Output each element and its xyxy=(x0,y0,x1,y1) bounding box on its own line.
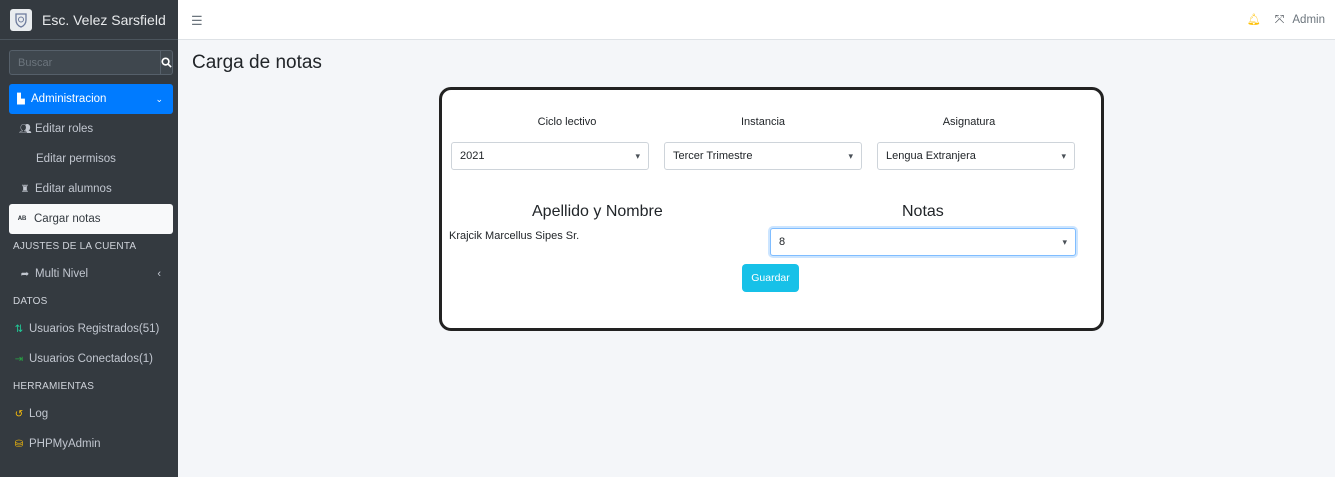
chevron-down-icon: ⌄ xyxy=(155,93,163,104)
chevron-down-icon: ▾ xyxy=(1061,150,1066,161)
database-icon: ⛁ xyxy=(14,438,24,450)
share-icon: ➦ xyxy=(20,268,30,280)
sort-icon: ⇅ xyxy=(14,323,24,335)
notas-header: Notas xyxy=(902,203,944,220)
search-input[interactable] xyxy=(9,50,160,75)
sidebar-item-log[interactable]: ↺ Log xyxy=(13,399,173,429)
sidebar-item-label: Editar roles xyxy=(35,123,94,135)
student-name: Krajcik Marcellus Sipes Sr. xyxy=(449,230,580,242)
user-menu[interactable]: Admin xyxy=(1292,14,1325,26)
bell-icon[interactable]: 🔔︎ xyxy=(1247,13,1261,26)
sidebar-item-label: Usuarios Registrados(51) xyxy=(29,323,160,335)
history-icon: ↺ xyxy=(14,408,24,420)
sidebar-item-label: Cargar notas xyxy=(34,213,101,225)
sidebar-item-editar-permisos[interactable]: Editar permisos xyxy=(9,144,173,174)
nota-value: 8 xyxy=(779,236,786,248)
navbar-right: 🔔︎ ⤧ Admin xyxy=(1247,12,1325,27)
save-button[interactable]: Guardar xyxy=(742,264,799,292)
sign-in-icon: ⇥ xyxy=(14,353,24,365)
sidebar-item-administracion[interactable]: ▙ Administracion ⌄ xyxy=(9,84,173,114)
nav-header-datos: DATOS xyxy=(13,296,48,307)
sidebar-item-phpmyadmin[interactable]: ⛁ PHPMyAdmin xyxy=(13,429,173,459)
instancia-label: Instancia xyxy=(740,116,786,128)
sidebar-item-label: PHPMyAdmin xyxy=(29,438,101,450)
sidebar-item-cargar-notas[interactable]: ᴬᴮ Cargar notas xyxy=(9,204,173,234)
search-button[interactable] xyxy=(160,50,173,75)
instancia-select[interactable]: Tercer Trimestre ▾ xyxy=(664,142,862,170)
users-icon: 👥︎ xyxy=(19,123,32,135)
building-icon: ▙ xyxy=(17,93,25,105)
apellido-nombre-header: Apellido y Nombre xyxy=(532,203,663,220)
asignatura-select[interactable]: Lengua Extranjera ▾ xyxy=(877,142,1075,170)
sidebar-nav: ▙ Administracion ⌄ 👥︎ Editar roles Edita… xyxy=(0,84,178,459)
sidebar-item-label: Multi Nivel xyxy=(35,268,89,280)
menu-toggle-icon[interactable]: ☰ xyxy=(191,13,203,29)
sidebar-item-usuarios-registrados[interactable]: ⇅ Usuarios Registrados(51) xyxy=(13,314,173,344)
sidebar-item-editar-roles[interactable]: 👥︎ Editar roles xyxy=(9,114,173,144)
asignatura-value: Lengua Extranjera xyxy=(886,150,976,162)
grades-card: Ciclo lectivo Instancia Asignatura 2021 … xyxy=(439,87,1104,331)
page-title: Carga de notas xyxy=(192,52,322,73)
instancia-value: Tercer Trimestre xyxy=(673,150,753,162)
ciclo-lectivo-value: 2021 xyxy=(460,150,485,162)
sidebar-item-editar-alumnos[interactable]: ♜ Editar alumnos xyxy=(9,174,173,204)
sidebar: Esc. Velez Sarsfield ▙ Administracion ⌄ … xyxy=(0,0,178,477)
fullscreen-icon[interactable]: ⤧ xyxy=(1275,12,1285,27)
nota-select[interactable]: 8 ▾ xyxy=(770,228,1076,256)
school-logo-icon xyxy=(10,8,32,31)
asignatura-label: Asignatura xyxy=(942,116,996,128)
sidebar-search xyxy=(9,50,173,75)
ciclo-lectivo-select[interactable]: 2021 ▾ xyxy=(451,142,649,170)
brand-name: Esc. Velez Sarsfield xyxy=(42,11,166,28)
student-icon: ♜ xyxy=(20,183,30,195)
sidebar-item-usuarios-conectados[interactable]: ⇥ Usuarios Conectados(1) xyxy=(13,344,173,374)
top-navbar: ☰ 🔔︎ ⤧ Admin xyxy=(178,0,1335,40)
ciclo-lectivo-label: Ciclo lectivo xyxy=(537,116,597,128)
sidebar-item-label: Usuarios Conectados(1) xyxy=(29,353,154,365)
chevron-left-icon: ‹ xyxy=(157,268,161,280)
nav-header-herramientas: HERRAMIENTAS xyxy=(13,381,95,392)
spell-check-icon: ᴬᴮ xyxy=(17,214,27,224)
chevron-down-icon: ▾ xyxy=(1062,236,1067,247)
sidebar-item-label: Editar permisos xyxy=(36,153,116,165)
sidebar-item-multi-nivel[interactable]: ➦ Multi Nivel ‹ xyxy=(9,259,173,289)
nav-header-account: AJUSTES DE LA CUENTA xyxy=(13,241,137,252)
chevron-down-icon: ▾ xyxy=(635,150,640,161)
sidebar-item-label: Log xyxy=(29,408,49,420)
sidebar-item-label: Administracion xyxy=(31,93,107,105)
chevron-down-icon: ▾ xyxy=(848,150,853,161)
brand-link[interactable]: Esc. Velez Sarsfield xyxy=(0,0,178,40)
search-icon xyxy=(161,57,172,68)
sidebar-item-label: Editar alumnos xyxy=(35,183,112,195)
